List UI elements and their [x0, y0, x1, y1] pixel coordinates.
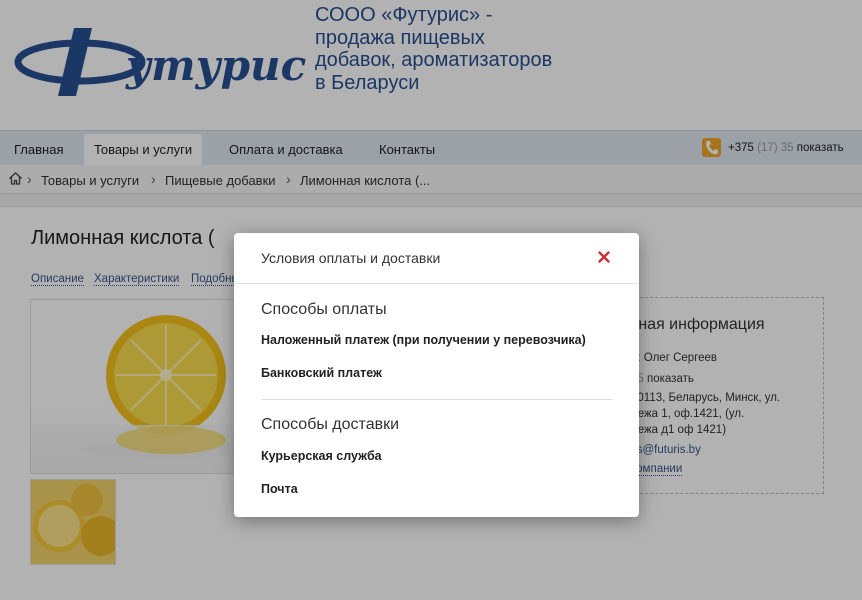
modal-title: Условия оплаты и доставки	[261, 250, 441, 266]
payment-delivery-modal: Условия оплаты и доставки Способы оплаты…	[234, 233, 639, 517]
delivery-methods-heading: Способы доставки	[261, 416, 400, 433]
payment-methods-heading: Способы оплаты	[261, 301, 387, 318]
modal-divider	[261, 399, 613, 400]
delivery-method-item: Почта	[261, 482, 298, 496]
payment-method-item: Банковский платеж	[261, 366, 382, 380]
payment-method-item: Наложенный платеж (при получении у перев…	[261, 333, 586, 347]
close-icon[interactable]	[597, 250, 611, 264]
delivery-method-item: Курьерская служба	[261, 449, 382, 463]
modal-header: Условия оплаты и доставки	[234, 233, 639, 284]
